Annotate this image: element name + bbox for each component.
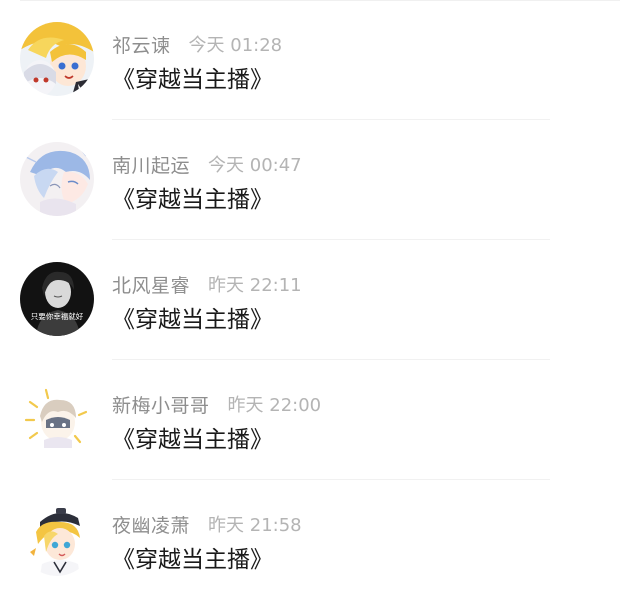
- comment-item[interactable]: 南川起运 今天 00:47 《穿越当主播》: [0, 120, 640, 240]
- comment-meta: 北风星睿 昨天 22:11: [112, 270, 302, 298]
- comment-text: 《穿越当主播》: [112, 307, 273, 333]
- comment-meta: 南川起运 今天 00:47: [112, 150, 302, 178]
- username[interactable]: 新梅小哥哥: [112, 391, 210, 418]
- username[interactable]: 南川起运: [112, 151, 190, 178]
- comment-item[interactable]: 祁云谏 今天 01:28 《穿越当主播》: [0, 0, 640, 120]
- anime-hat-avatar-icon[interactable]: [20, 502, 94, 576]
- bw-portrait-avatar-icon[interactable]: 只要你幸福就好: [20, 262, 94, 336]
- comment-meta: 祁云谏 今天 01:28: [112, 30, 282, 58]
- timestamp: 昨天 22:11: [208, 275, 302, 296]
- username[interactable]: 北风星睿: [112, 271, 190, 298]
- comment-text: 《穿越当主播》: [112, 67, 273, 93]
- comment-meta: 夜幽凌萧 昨天 21:58: [112, 510, 302, 538]
- username[interactable]: 夜幽凌萧: [112, 511, 190, 538]
- comment-text: 《穿越当主播》: [112, 547, 273, 573]
- comment-text: 《穿越当主播》: [112, 427, 273, 453]
- timestamp: 昨天 21:58: [208, 515, 302, 536]
- timestamp: 今天 01:28: [188, 35, 283, 56]
- comment-item[interactable]: 新梅小哥哥 昨天 22:00 《穿越当主播》: [0, 360, 640, 480]
- comment-meta: 新梅小哥哥 昨天 22:00: [112, 390, 321, 418]
- comment-list: 祁云谏 今天 01:28 《穿越当主播》 南川起运 今天 00:47 《穿越当主…: [0, 0, 640, 598]
- anime-bluehair-avatar-icon[interactable]: [20, 142, 94, 216]
- comment-item[interactable]: 夜幽凌萧 昨天 21:58 《穿越当主播》: [0, 480, 640, 598]
- username[interactable]: 祁云谏: [112, 31, 171, 58]
- timestamp: 今天 00:47: [208, 155, 302, 176]
- anime-sun-avatar-icon[interactable]: [20, 382, 94, 456]
- avatar-caption: 只要你幸福就好: [31, 311, 84, 321]
- comment-text: 《穿越当主播》: [112, 187, 273, 213]
- timestamp: 昨天 22:00: [227, 395, 322, 416]
- anime-blonde-avatar-icon[interactable]: [20, 22, 94, 96]
- comment-item[interactable]: 只要你幸福就好 北风星睿 昨天 22:11 《穿越当主播》: [0, 240, 640, 360]
